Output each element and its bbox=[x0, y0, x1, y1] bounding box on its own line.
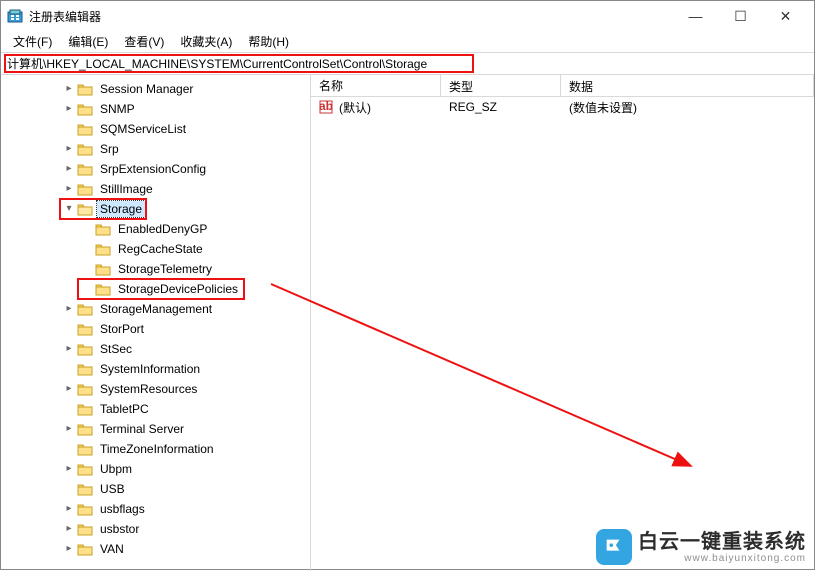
menu-favorites[interactable]: 收藏夹(A) bbox=[172, 31, 240, 52]
tree-item-van[interactable]: ▸ VAN bbox=[1, 539, 310, 559]
address-path: 计算机\HKEY_LOCAL_MACHINE\SYSTEM\CurrentCon… bbox=[7, 55, 427, 72]
expander-icon[interactable]: ▸ bbox=[61, 544, 77, 554]
expander-icon[interactable]: ▸ bbox=[61, 104, 77, 114]
tree-item-systemresources[interactable]: ▸ SystemResources bbox=[1, 379, 310, 399]
value-name-cell: ab (默认) bbox=[311, 97, 441, 118]
tree-item-label: USB bbox=[97, 481, 128, 497]
menu-view[interactable]: 查看(V) bbox=[116, 31, 172, 52]
main-area: ▸ Session Manager▸ SNMP SQMServiceList▸ … bbox=[1, 75, 814, 571]
maximize-button[interactable]: ☐ bbox=[718, 1, 763, 31]
tree-item-storagedevicepolicies[interactable]: StorageDevicePolicies bbox=[1, 279, 310, 299]
tree-item-systeminformation[interactable]: SystemInformation bbox=[1, 359, 310, 379]
col-name[interactable]: 名称 bbox=[311, 75, 441, 96]
tree-item-label: SNMP bbox=[97, 101, 138, 117]
expander-icon[interactable]: ▸ bbox=[61, 184, 77, 194]
tree: ▸ Session Manager▸ SNMP SQMServiceList▸ … bbox=[1, 75, 310, 559]
tree-item-label: EnabledDenyGP bbox=[115, 221, 210, 237]
expander-icon[interactable]: ▾ bbox=[61, 204, 77, 214]
tree-item-usb[interactable]: USB bbox=[1, 479, 310, 499]
tree-item-label: StSec bbox=[97, 341, 135, 357]
tree-item-label: StorageTelemetry bbox=[115, 261, 215, 277]
tree-item-label: RegCacheState bbox=[115, 241, 206, 257]
regedit-app-icon bbox=[7, 8, 23, 24]
tree-item-label: Srp bbox=[97, 141, 122, 157]
tree-item-label: usbstor bbox=[97, 521, 142, 537]
expander-icon[interactable]: ▸ bbox=[61, 164, 77, 174]
tree-item-timezoneinformation[interactable]: TimeZoneInformation bbox=[1, 439, 310, 459]
tree-item-label: StorageDevicePolicies bbox=[115, 281, 241, 297]
window-title: 注册表编辑器 bbox=[29, 8, 673, 25]
tree-item-label: SystemInformation bbox=[97, 361, 203, 377]
tree-item-tabletpc[interactable]: TabletPC bbox=[1, 399, 310, 419]
value-type-cell: REG_SZ bbox=[441, 98, 561, 116]
tree-item-usbstor[interactable]: ▸ usbstor bbox=[1, 519, 310, 539]
tree-item-ubpm[interactable]: ▸ Ubpm bbox=[1, 459, 310, 479]
expander-icon[interactable]: ▸ bbox=[61, 424, 77, 434]
expander-icon[interactable]: ▸ bbox=[61, 524, 77, 534]
tree-panel[interactable]: ▸ Session Manager▸ SNMP SQMServiceList▸ … bbox=[1, 75, 311, 571]
expander-icon[interactable]: ▸ bbox=[61, 144, 77, 154]
title-bar: 注册表编辑器 — ☐ ✕ bbox=[1, 1, 814, 31]
tree-item-label: usbflags bbox=[97, 501, 148, 517]
value-data-cell: (数值未设置) bbox=[561, 97, 814, 118]
expander-icon[interactable]: ▸ bbox=[61, 504, 77, 514]
tree-item-enableddenygp[interactable]: EnabledDenyGP bbox=[1, 219, 310, 239]
window-controls: — ☐ ✕ bbox=[673, 1, 808, 31]
tree-item-storage[interactable]: ▾ Storage bbox=[1, 199, 310, 219]
watermark-logo-icon bbox=[596, 529, 632, 565]
close-button[interactable]: ✕ bbox=[763, 1, 808, 31]
list-body: ab (默认) REG_SZ (数值未设置) bbox=[311, 97, 814, 117]
tree-item-snmp[interactable]: ▸ SNMP bbox=[1, 99, 310, 119]
tree-item-srp[interactable]: ▸ Srp bbox=[1, 139, 310, 159]
tree-item-storagetelemetry[interactable]: StorageTelemetry bbox=[1, 259, 310, 279]
tree-item-label: Terminal Server bbox=[97, 421, 187, 437]
value-name: (默认) bbox=[339, 99, 371, 116]
menu-file[interactable]: 文件(F) bbox=[5, 31, 60, 52]
value-list-panel[interactable]: 名称 类型 数据 ab (默认) REG_SZ (数值未设置) 白云一键重装系统… bbox=[311, 75, 814, 571]
expander-icon[interactable]: ▸ bbox=[61, 464, 77, 474]
col-type[interactable]: 类型 bbox=[441, 75, 561, 96]
tree-item-label: SQMServiceList bbox=[97, 121, 189, 137]
menu-edit[interactable]: 编辑(E) bbox=[60, 31, 116, 52]
list-header: 名称 类型 数据 bbox=[311, 75, 814, 97]
tree-item-label: Ubpm bbox=[97, 461, 135, 477]
list-row[interactable]: ab (默认) REG_SZ (数值未设置) bbox=[311, 97, 814, 117]
watermark: 白云一键重装系统 www.baiyunxitong.com bbox=[596, 529, 806, 565]
tree-item-label: TabletPC bbox=[97, 401, 152, 417]
tree-item-label: SystemResources bbox=[97, 381, 200, 397]
svg-text:ab: ab bbox=[319, 100, 333, 113]
tree-item-label: TimeZoneInformation bbox=[97, 441, 217, 457]
expander-icon[interactable]: ▸ bbox=[61, 344, 77, 354]
tree-item-storagemanagement[interactable]: ▸ StorageManagement bbox=[1, 299, 310, 319]
menu-help[interactable]: 帮助(H) bbox=[240, 31, 297, 52]
tree-item-sqmservicelist[interactable]: SQMServiceList bbox=[1, 119, 310, 139]
tree-item-label: VAN bbox=[97, 541, 127, 557]
tree-item-terminal-server[interactable]: ▸ Terminal Server bbox=[1, 419, 310, 439]
tree-item-stsec[interactable]: ▸ StSec bbox=[1, 339, 310, 359]
tree-item-label: Session Manager bbox=[97, 81, 196, 97]
tree-item-label: SrpExtensionConfig bbox=[97, 161, 209, 177]
tree-item-srpextensionconfig[interactable]: ▸ SrpExtensionConfig bbox=[1, 159, 310, 179]
string-value-icon: ab bbox=[319, 100, 333, 114]
tree-item-regcachestate[interactable]: RegCacheState bbox=[1, 239, 310, 259]
tree-item-session-manager[interactable]: ▸ Session Manager bbox=[1, 79, 310, 99]
watermark-main: 白云一键重装系统 bbox=[638, 531, 806, 553]
tree-item-usbflags[interactable]: ▸ usbflags bbox=[1, 499, 310, 519]
tree-item-label: StillImage bbox=[97, 181, 156, 197]
expander-icon[interactable]: ▸ bbox=[61, 304, 77, 314]
tree-item-label: StorageManagement bbox=[97, 301, 215, 317]
col-data[interactable]: 数据 bbox=[561, 75, 814, 96]
menu-bar: 文件(F) 编辑(E) 查看(V) 收藏夹(A) 帮助(H) bbox=[1, 31, 814, 53]
expander-icon[interactable]: ▸ bbox=[61, 84, 77, 94]
tree-item-storport[interactable]: StorPort bbox=[1, 319, 310, 339]
expander-icon[interactable]: ▸ bbox=[61, 384, 77, 394]
watermark-sub: www.baiyunxitong.com bbox=[638, 553, 806, 564]
address-bar[interactable]: 计算机\HKEY_LOCAL_MACHINE\SYSTEM\CurrentCon… bbox=[1, 53, 814, 75]
tree-item-label: StorPort bbox=[97, 321, 147, 337]
tree-item-label: Storage bbox=[97, 201, 145, 217]
tree-item-stillimage[interactable]: ▸ StillImage bbox=[1, 179, 310, 199]
minimize-button[interactable]: — bbox=[673, 1, 718, 31]
